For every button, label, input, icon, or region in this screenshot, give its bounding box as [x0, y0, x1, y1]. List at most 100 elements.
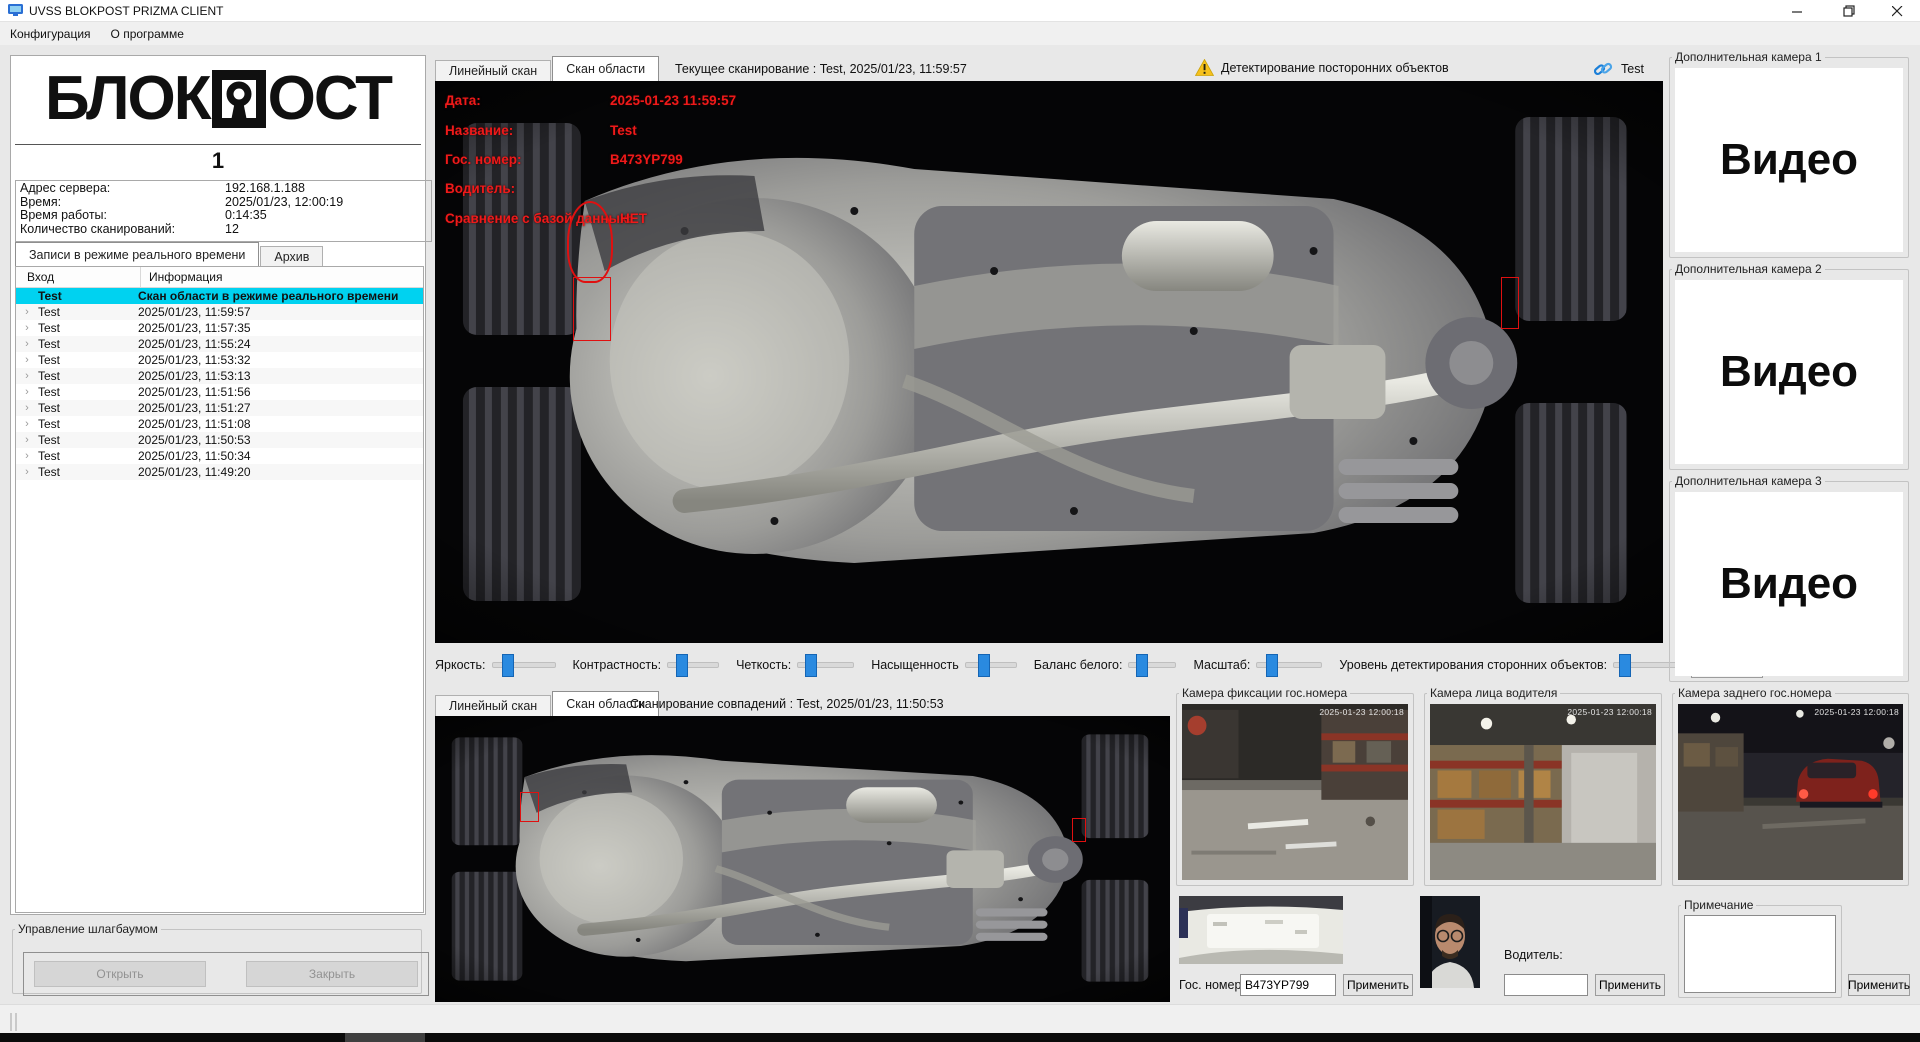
- tab-linear-scan-bottom[interactable]: Линейный скан: [435, 695, 552, 716]
- aux-camera-2-video: Видео: [1675, 280, 1903, 464]
- scan-count-value: 12: [225, 221, 239, 236]
- overlay-name-label: Название:: [445, 123, 514, 138]
- barrier-open-button[interactable]: Открыть: [34, 961, 206, 987]
- current-scan-status: Текущее сканирование : Test, 2025/01/23,…: [675, 62, 967, 76]
- white-balance-slider-thumb[interactable]: [1136, 654, 1149, 677]
- plate-number-input[interactable]: [1240, 974, 1336, 996]
- app-icon: [8, 4, 23, 17]
- table-row[interactable]: › Test 2025/01/23, 11:49:20: [16, 464, 423, 480]
- chevron-right-icon[interactable]: ›: [16, 352, 38, 368]
- warning-icon: [1195, 59, 1214, 76]
- records-table-header: Вход Информация: [16, 267, 423, 288]
- menu-bar: Конфигурация О программе: [0, 22, 1920, 45]
- scale-slider-thumb[interactable]: [1266, 654, 1279, 677]
- aux-camera-3-title: Дополнительная камера 3: [1675, 474, 1822, 488]
- chevron-right-icon[interactable]: ›: [16, 448, 38, 464]
- linked-record[interactable]: Test: [1593, 59, 1644, 79]
- chevron-right-icon[interactable]: ›: [16, 384, 38, 400]
- table-row[interactable]: › Test 2025/01/23, 11:57:35: [16, 320, 423, 336]
- chevron-right-icon[interactable]: ›: [16, 400, 38, 416]
- chevron-right-icon[interactable]: ›: [16, 368, 38, 384]
- table-row[interactable]: › Test 2025/01/23, 11:59:57: [16, 304, 423, 320]
- column-input: Вход: [16, 267, 141, 287]
- aux-camera-3-video: Видео: [1675, 492, 1903, 676]
- plate-camera-timestamp: 2025-01-23 12:00:18: [1319, 707, 1404, 717]
- tab-linear-scan-top[interactable]: Линейный скан: [435, 60, 552, 81]
- match-scan-view[interactable]: [435, 716, 1170, 1002]
- driver-apply-button[interactable]: Применить: [1595, 974, 1665, 996]
- close-button[interactable]: [1874, 0, 1920, 22]
- bottom-scan-toolbar: Линейный скан Скан области Сканирование …: [435, 690, 1170, 716]
- tab-area-scan-top[interactable]: Скан области: [552, 56, 660, 81]
- barrier-buttons-box: Открыть Закрыть: [23, 952, 429, 996]
- foreign-object-warning: Детектирование посторонних объектов: [1195, 59, 1449, 76]
- plate-camera-title: Камера фиксации гос.номера: [1182, 686, 1348, 700]
- status-bar: [0, 1004, 1920, 1033]
- plate-apply-button[interactable]: Применить: [1343, 974, 1413, 996]
- uptime-label: Время работы:: [20, 208, 107, 222]
- saturation-slider[interactable]: [964, 654, 1017, 677]
- tab-archive[interactable]: Архив: [260, 246, 324, 267]
- overlay-plate-value: B473YP799: [610, 152, 683, 167]
- linked-record-label: Test: [1621, 62, 1644, 76]
- barrier-control-title: Управление шлагбаумом: [18, 922, 158, 936]
- sharpness-slider[interactable]: [797, 654, 855, 677]
- restore-button[interactable]: [1826, 0, 1872, 22]
- window-title: UVSS BLOKPOST PRIZMA CLIENT: [29, 3, 224, 18]
- aux-camera-1-group: Дополнительная камера 1 Видео: [1669, 50, 1909, 258]
- logo-text-prefix: БЛОК: [45, 64, 212, 133]
- saturation-slider-thumb[interactable]: [977, 654, 990, 677]
- menu-about[interactable]: О программе: [101, 24, 194, 44]
- left-panel: БЛОК ОСТ 1 Адрес сервера: 192.168.1.188 В…: [10, 55, 432, 915]
- resize-grip[interactable]: [10, 1013, 12, 1031]
- overlay-driver-label: Водитель:: [445, 181, 516, 196]
- face-camera-timestamp: 2025-01-23 12:00:18: [1567, 707, 1652, 717]
- driver-name-input[interactable]: [1504, 974, 1588, 996]
- taskbar-item[interactable]: [345, 1033, 425, 1042]
- overlay-date-label: Дата:: [445, 93, 481, 108]
- table-row[interactable]: › Test 2025/01/23, 11:50:53: [16, 432, 423, 448]
- table-row[interactable]: › Test 2025/01/23, 11:50:34: [16, 448, 423, 464]
- title-bar: UVSS BLOKPOST PRIZMA CLIENT: [0, 0, 1920, 22]
- table-row[interactable]: › Test 2025/01/23, 11:55:24: [16, 336, 423, 352]
- chevron-right-icon[interactable]: ›: [16, 416, 38, 432]
- chevron-right-icon[interactable]: ›: [16, 464, 38, 480]
- table-row-selected[interactable]: Test Скан области в режиме реального вре…: [16, 288, 423, 304]
- aux-camera-1-video: Видео: [1675, 68, 1903, 252]
- main-scan-view[interactable]: Дата: 2025-01-23 11:59:57 Название: Test Г…: [435, 81, 1663, 643]
- aux-camera-1-title: Дополнительная камера 1: [1675, 50, 1822, 64]
- table-row[interactable]: › Test 2025/01/23, 11:53:32: [16, 352, 423, 368]
- chevron-right-icon[interactable]: ›: [16, 336, 38, 352]
- overlay-plate-label: Гос. номер:: [445, 152, 522, 167]
- note-textarea[interactable]: [1684, 915, 1836, 993]
- white-balance-slider[interactable]: [1128, 654, 1177, 677]
- table-row[interactable]: › Test 2025/01/23, 11:51:08: [16, 416, 423, 432]
- table-row[interactable]: › Test 2025/01/23, 11:51:27: [16, 400, 423, 416]
- chevron-right-icon[interactable]: ›: [16, 320, 38, 336]
- contrast-slider[interactable]: [667, 654, 720, 677]
- minimize-button[interactable]: [1774, 0, 1820, 22]
- chevron-right-icon[interactable]: ›: [16, 432, 38, 448]
- brightness-label: Яркость:: [435, 658, 486, 672]
- barrier-close-button[interactable]: Закрыть: [246, 961, 418, 987]
- tab-realtime-records[interactable]: Записи в режиме реального времени: [15, 242, 260, 267]
- detection-level-slider-thumb[interactable]: [1619, 654, 1632, 677]
- rear-camera-timestamp: 2025-01-23 12:00:18: [1814, 707, 1899, 717]
- driver-photo: [1420, 896, 1480, 988]
- scale-slider[interactable]: [1256, 654, 1323, 677]
- table-row[interactable]: › Test 2025/01/23, 11:53:13: [16, 368, 423, 384]
- column-info: Информация: [149, 270, 223, 284]
- blokpost-logo: БЛОК ОСТ: [11, 60, 425, 138]
- menu-configuration[interactable]: Конфигурация: [0, 24, 101, 44]
- logo-text-suffix: ОСТ: [267, 64, 393, 133]
- resize-grip[interactable]: [15, 1013, 17, 1031]
- scan-count-label: Количество сканирований:: [20, 221, 176, 236]
- brightness-slider[interactable]: [491, 654, 556, 677]
- contrast-slider-thumb[interactable]: [676, 654, 689, 677]
- table-row[interactable]: › Test 2025/01/23, 11:51:56: [16, 384, 423, 400]
- sharpness-slider-thumb[interactable]: [805, 654, 818, 677]
- note-apply-button[interactable]: Применить: [1848, 974, 1910, 996]
- chevron-right-icon[interactable]: ›: [16, 304, 38, 320]
- server-address-label: Адрес сервера:: [20, 181, 111, 195]
- brightness-slider-thumb[interactable]: [501, 654, 514, 677]
